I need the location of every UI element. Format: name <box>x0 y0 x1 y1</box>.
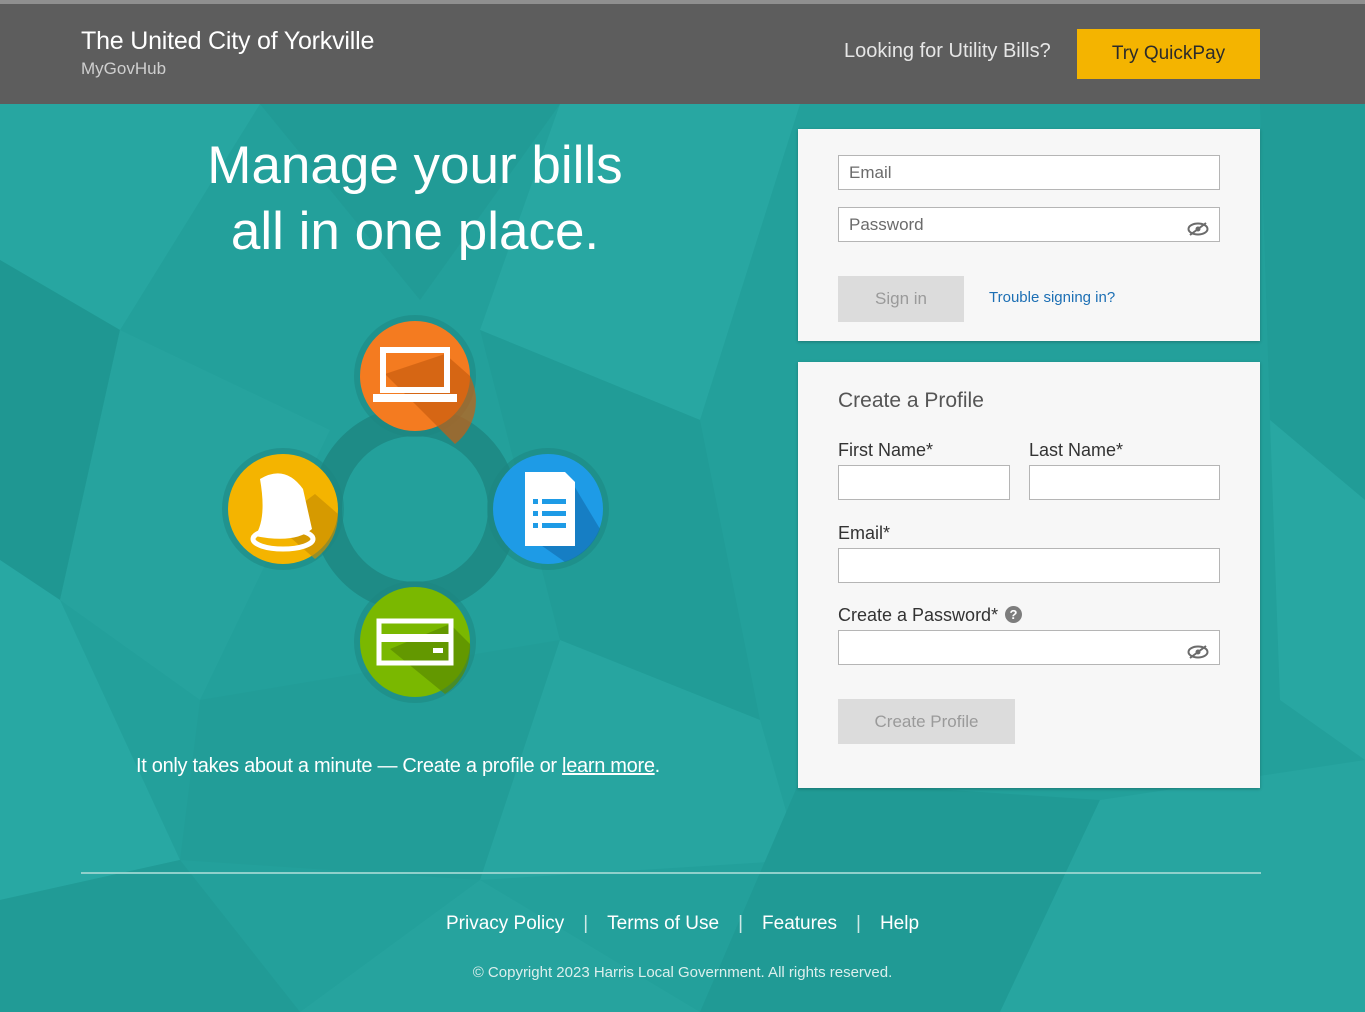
footer-separator: | <box>738 913 744 934</box>
try-quickpay-button[interactable]: Try QuickPay <box>1077 29 1260 79</box>
terms-of-use-link[interactable]: Terms of Use <box>607 913 719 935</box>
signin-email-input[interactable] <box>838 155 1220 190</box>
last-name-label: Last Name* <box>1029 440 1124 460</box>
help-icon[interactable]: ? <box>1005 606 1022 623</box>
credit-card-icon <box>354 581 476 703</box>
bell-icon <box>222 448 344 570</box>
footer-nav: Privacy Policy | Terms of Use | Features… <box>0 913 1365 935</box>
features-link[interactable]: Features <box>762 913 837 935</box>
tagline-text: It only takes about a minute — Create a … <box>136 755 563 777</box>
learn-more-link[interactable]: learn more <box>562 755 655 777</box>
first-name-label: First Name* <box>838 440 934 460</box>
footer-separator: | <box>856 913 861 934</box>
signin-card: Sign in Trouble signing in? <box>798 129 1260 341</box>
help-link[interactable]: Help <box>880 913 919 935</box>
show-password-icon[interactable] <box>1187 222 1209 236</box>
copyright-text: © Copyright 2023 Harris Local Government… <box>472 964 893 981</box>
email-label: Email* <box>838 523 891 543</box>
utility-bills-question: Looking for Utility Bills? <box>844 40 1051 62</box>
create-profile-title: Create a Profile <box>838 389 984 412</box>
signin-password-input[interactable] <box>838 207 1220 242</box>
create-password-input[interactable] <box>838 630 1220 665</box>
hero-tagline: It only takes about a minute — Create a … <box>136 755 660 778</box>
site-header: The United City of Yorkville MyGovHub Lo… <box>0 0 1365 104</box>
hero-heading: Manage your bills all in one place. <box>110 133 720 265</box>
footer-divider <box>81 872 1261 874</box>
top-border <box>0 0 1365 4</box>
first-name-input[interactable] <box>838 465 1010 500</box>
signin-button[interactable]: Sign in <box>838 276 964 322</box>
site-title[interactable]: The United City of Yorkville <box>81 27 374 56</box>
footer-separator: | <box>583 913 589 934</box>
show-new-password-icon[interactable] <box>1187 645 1209 659</box>
tagline-suffix: . <box>654 755 661 777</box>
create-profile-button[interactable]: Create Profile <box>838 699 1015 744</box>
hero-line-2: all in one place. <box>230 202 600 261</box>
last-name-input[interactable] <box>1029 465 1220 500</box>
create-profile-card: Create a Profile First Name* Last Name* … <box>798 362 1260 788</box>
site-subtitle: MyGovHub <box>81 59 167 78</box>
document-icon <box>487 448 609 570</box>
trouble-signing-in-link[interactable]: Trouble signing in? <box>989 289 1115 306</box>
privacy-policy-link[interactable]: Privacy Policy <box>446 913 564 935</box>
feature-icons <box>222 315 609 703</box>
hero-line-1: Manage your bills <box>207 136 623 195</box>
profile-email-input[interactable] <box>838 548 1220 583</box>
create-password-label: Create a Password* <box>838 605 999 625</box>
